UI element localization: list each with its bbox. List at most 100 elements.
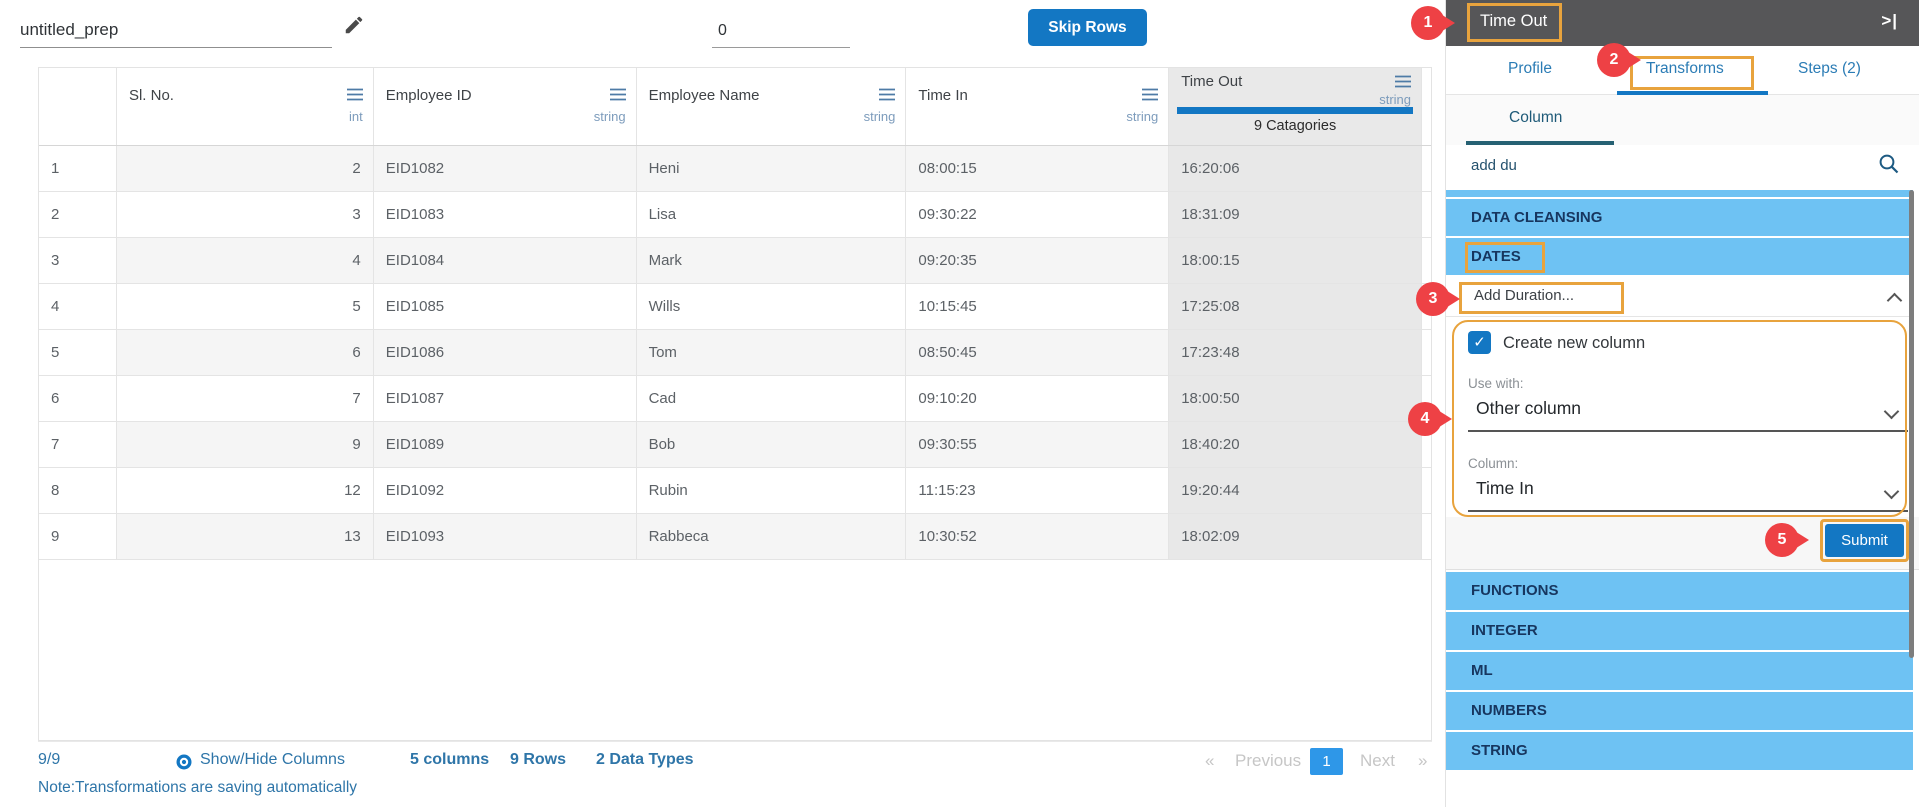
- search-icon[interactable]: [1878, 153, 1899, 179]
- time-in-cell[interactable]: 10:15:45: [906, 284, 1170, 330]
- category-data-cleansing[interactable]: DATA CLEANSING: [1446, 199, 1913, 236]
- table-row[interactable]: 1 2 EID1082 Heni 08:00:15 16:20:06: [39, 146, 1431, 192]
- column-select[interactable]: Time In: [1476, 478, 1534, 499]
- header-time-out-selected[interactable]: Time Out string 9 Catagories: [1169, 68, 1422, 145]
- create-new-column-checkbox[interactable]: ✓: [1468, 331, 1491, 354]
- time-in-cell[interactable]: 09:30:22: [906, 192, 1170, 238]
- table-row[interactable]: 4 5 EID1085 Wills 10:15:45 17:25:08: [39, 284, 1431, 330]
- slno-cell[interactable]: 5: [116, 284, 374, 330]
- employee-name-cell[interactable]: Cad: [636, 376, 907, 422]
- submit-button[interactable]: Submit: [1825, 524, 1904, 557]
- category-dates[interactable]: DATES: [1446, 238, 1913, 275]
- summary-data-types[interactable]: 2 Data Types: [596, 751, 694, 769]
- table-row[interactable]: 2 3 EID1083 Lisa 09:30:22 18:31:09: [39, 192, 1431, 238]
- employee-id-cell[interactable]: EID1092: [373, 468, 637, 514]
- employee-name-cell[interactable]: Bob: [636, 422, 907, 468]
- category-ml[interactable]: ML: [1446, 652, 1913, 690]
- employee-id-cell[interactable]: EID1082: [373, 146, 637, 192]
- slno-cell[interactable]: 7: [116, 376, 374, 422]
- time-out-cell[interactable]: 18:00:15: [1169, 238, 1422, 284]
- table-row[interactable]: 5 6 EID1086 Tom 08:50:45 17:23:48: [39, 330, 1431, 376]
- time-out-cell[interactable]: 18:40:20: [1169, 422, 1422, 468]
- category-numbers[interactable]: NUMBERS: [1446, 692, 1913, 730]
- table-row[interactable]: 9 13 EID1093 Rabbeca 10:30:52 18:02:09: [39, 514, 1431, 560]
- employee-id-cell[interactable]: EID1086: [373, 330, 637, 376]
- pagination-previous[interactable]: Previous: [1235, 751, 1301, 771]
- time-in-cell[interactable]: 08:50:45: [906, 330, 1170, 376]
- employee-name-cell[interactable]: Mark: [636, 238, 907, 284]
- slno-cell[interactable]: 2: [116, 146, 374, 192]
- summary-columns[interactable]: 5 columns: [410, 751, 489, 769]
- menu-icon[interactable]: [1395, 75, 1411, 93]
- time-out-cell[interactable]: 17:23:48: [1169, 330, 1422, 376]
- pagination-current-page[interactable]: 1: [1310, 748, 1343, 775]
- pagination-next[interactable]: Next: [1360, 751, 1395, 771]
- category-string[interactable]: STRING: [1446, 732, 1913, 770]
- header-employee-id[interactable]: Employee ID string: [374, 68, 637, 145]
- time-out-cell[interactable]: 18:00:50: [1169, 376, 1422, 422]
- menu-icon[interactable]: [346, 88, 363, 106]
- slno-cell[interactable]: 13: [116, 514, 374, 560]
- slno-cell[interactable]: 3: [116, 192, 374, 238]
- employee-name-cell[interactable]: Rubin: [636, 468, 907, 514]
- skip-rows-button[interactable]: Skip Rows: [1028, 9, 1147, 46]
- pagination-last[interactable]: »: [1418, 751, 1427, 771]
- time-in-cell[interactable]: 10:30:52: [906, 514, 1170, 560]
- skip-rows-input[interactable]: [712, 14, 850, 48]
- tab-transforms[interactable]: Transforms: [1646, 60, 1724, 78]
- sidebar-scrollbar[interactable]: [1909, 190, 1914, 658]
- edit-pencil-icon[interactable]: [343, 14, 365, 41]
- collapse-right-icon[interactable]: >|: [1881, 11, 1898, 31]
- time-out-cell[interactable]: 18:31:09: [1169, 192, 1422, 238]
- slno-cell[interactable]: 4: [116, 238, 374, 284]
- show-hide-columns-link[interactable]: Show/Hide Columns: [200, 751, 345, 769]
- time-in-cell[interactable]: 09:10:20: [906, 376, 1170, 422]
- time-in-cell[interactable]: 09:30:55: [906, 422, 1170, 468]
- employee-id-cell[interactable]: EID1089: [373, 422, 637, 468]
- table-row[interactable]: 8 12 EID1092 Rubin 11:15:23 19:20:44: [39, 468, 1431, 514]
- time-in-cell[interactable]: 11:15:23: [906, 468, 1170, 514]
- table-row[interactable]: 3 4 EID1084 Mark 09:20:35 18:00:15: [39, 238, 1431, 284]
- transform-search-input[interactable]: [1471, 150, 1861, 180]
- use-with-select[interactable]: Other column: [1476, 398, 1581, 419]
- employee-name-cell[interactable]: Heni: [636, 146, 907, 192]
- header-employee-name[interactable]: Employee Name string: [637, 68, 907, 145]
- slno-cell[interactable]: 12: [116, 468, 374, 514]
- employee-id-cell[interactable]: EID1093: [373, 514, 637, 560]
- employee-name-cell[interactable]: Tom: [636, 330, 907, 376]
- time-in-cell[interactable]: 08:00:15: [906, 146, 1170, 192]
- table-row[interactable]: 6 7 EID1087 Cad 09:10:20 18:00:50: [39, 376, 1431, 422]
- subtab-column[interactable]: Column: [1509, 109, 1562, 127]
- category-functions[interactable]: FUNCTIONS: [1446, 572, 1913, 610]
- tab-profile[interactable]: Profile: [1508, 60, 1552, 78]
- time-in-cell[interactable]: 09:20:35: [906, 238, 1170, 284]
- eye-icon[interactable]: [175, 753, 193, 776]
- employee-name-cell[interactable]: Rabbeca: [636, 514, 907, 560]
- menu-icon[interactable]: [1142, 88, 1159, 106]
- slno-cell[interactable]: 6: [116, 330, 374, 376]
- employee-name-cell[interactable]: Lisa: [636, 192, 907, 238]
- category-integer[interactable]: INTEGER: [1446, 612, 1913, 650]
- prep-name-input[interactable]: [20, 12, 332, 48]
- table-row[interactable]: 7 9 EID1089 Bob 09:30:55 18:40:20: [39, 422, 1431, 468]
- transform-add-duration[interactable]: Add Duration...: [1446, 277, 1913, 317]
- time-out-cell[interactable]: 16:20:06: [1169, 146, 1422, 192]
- employee-name-cell[interactable]: Wills: [636, 284, 907, 330]
- employee-id-cell[interactable]: EID1085: [373, 284, 637, 330]
- tab-steps[interactable]: Steps (2): [1798, 60, 1861, 78]
- employee-id-cell[interactable]: EID1087: [373, 376, 637, 422]
- header-time-in[interactable]: Time In string: [906, 68, 1170, 145]
- employee-id-cell[interactable]: EID1084: [373, 238, 637, 284]
- time-out-cell[interactable]: 17:25:08: [1169, 284, 1422, 330]
- menu-icon[interactable]: [879, 88, 896, 106]
- time-out-cell[interactable]: 19:20:44: [1169, 468, 1422, 514]
- chevron-up-icon[interactable]: [1886, 292, 1903, 311]
- menu-icon[interactable]: [609, 88, 626, 106]
- summary-rows[interactable]: 9 Rows: [510, 751, 566, 769]
- header-slno[interactable]: Sl. No. int: [117, 68, 374, 145]
- employee-id-cell[interactable]: EID1083: [373, 192, 637, 238]
- time-out-cell[interactable]: 18:02:09: [1169, 514, 1422, 560]
- chevron-down-icon[interactable]: [1883, 403, 1900, 422]
- pagination-first[interactable]: «: [1205, 751, 1214, 771]
- slno-cell[interactable]: 9: [116, 422, 374, 468]
